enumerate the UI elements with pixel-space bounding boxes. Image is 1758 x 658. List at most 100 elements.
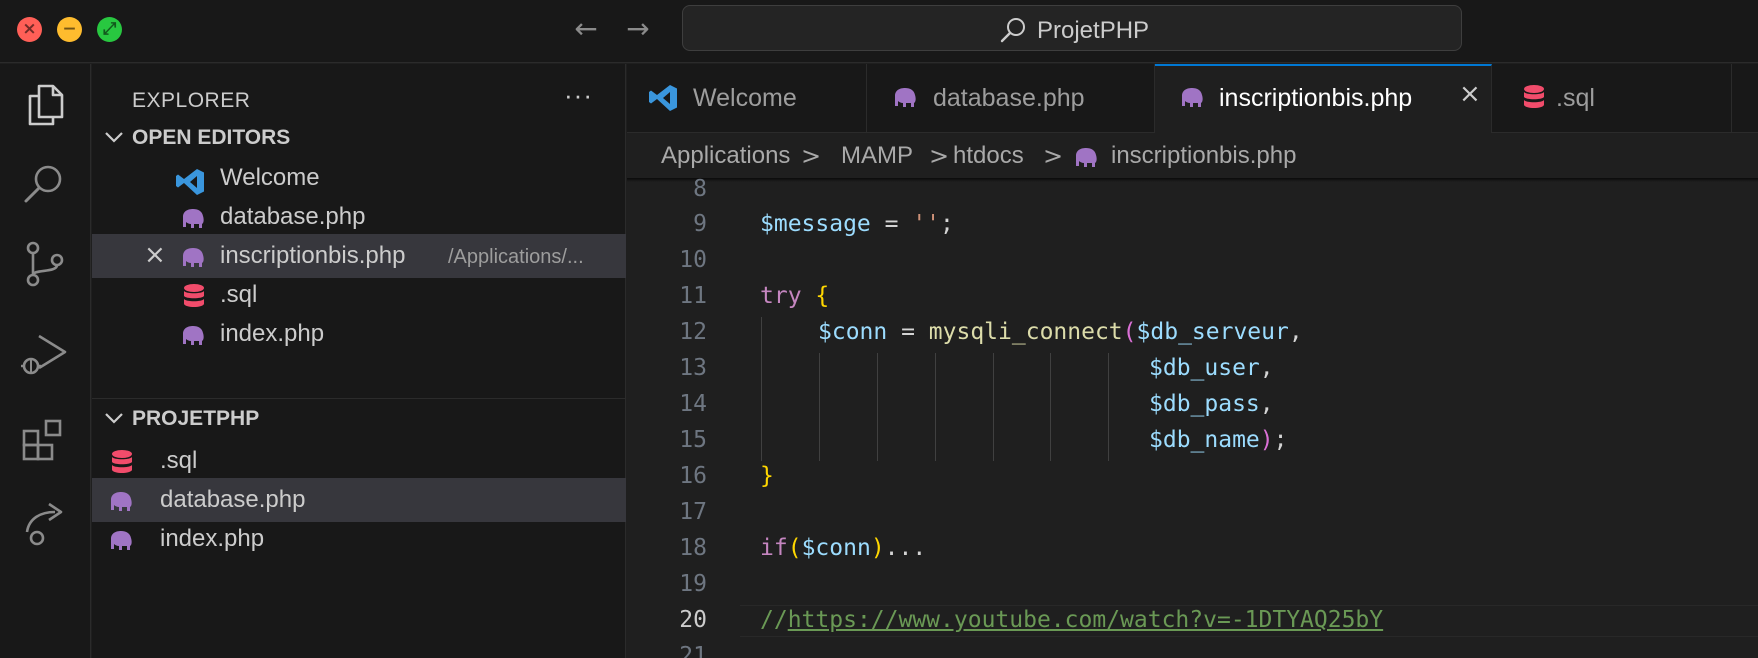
code-line: $message = '';	[760, 211, 954, 237]
breadcrumb-separator: >	[929, 142, 950, 170]
open-editor-name: .sql	[220, 281, 258, 308]
code-line: try {	[760, 283, 830, 309]
open-editor-name: database.php	[220, 203, 366, 230]
php-elephant-icon	[111, 531, 132, 550]
run-debug-icon[interactable]	[17, 326, 73, 382]
scroll-shadow	[627, 178, 1758, 182]
close-icon[interactable]: ×	[1459, 79, 1481, 109]
line-number: 18	[679, 535, 707, 561]
close-glyph: ×	[22, 19, 37, 39]
file-tree-item-selected[interactable]: database.php	[92, 478, 626, 522]
tab-label: database.php	[933, 84, 1085, 112]
code-line-current: //https://www.youtube.com/watch?v=-1DTYA…	[760, 607, 1384, 633]
code-line: $conn = mysqli_connect($db_serveur,	[818, 319, 1303, 345]
open-editor-path: /Applications/...	[448, 246, 584, 268]
line-number: 13	[679, 355, 707, 381]
tab-label: Welcome	[693, 84, 797, 112]
file-name: .sql	[160, 447, 198, 474]
more-actions-button[interactable]: ···	[564, 80, 593, 111]
tab-label: .sql	[1556, 84, 1595, 112]
breadcrumb-item[interactable]: htdocs	[953, 142, 1024, 170]
maximize-glyph: ⤢	[102, 19, 117, 39]
explorer-title: EXPLORER	[132, 89, 251, 112]
vscode-icon	[649, 85, 677, 111]
code-line: $db_pass,	[1149, 391, 1274, 417]
php-elephant-icon	[183, 326, 204, 345]
tab-welcome[interactable]: Welcome	[627, 64, 867, 132]
breadcrumb-separator: >	[1043, 142, 1064, 170]
breadcrumb: Applications > MAMP > htdocs > inscripti…	[627, 134, 1758, 178]
code-line: if($conn)...	[760, 535, 927, 561]
source-control-icon[interactable]	[17, 236, 73, 292]
line-number: 15	[679, 427, 707, 453]
file-tree-item[interactable]: index.php	[92, 517, 626, 561]
arrow-right-icon[interactable]: →	[620, 12, 656, 46]
open-editor-name: inscriptionbis.php	[220, 242, 406, 269]
comment-link[interactable]: https://www.youtube.com/watch?v=-1DTYAQ2…	[788, 607, 1383, 633]
php-elephant-icon	[183, 248, 204, 267]
breadcrumb-item[interactable]: MAMP	[841, 142, 913, 170]
php-elephant-icon	[1076, 148, 1097, 167]
indent-guide	[877, 353, 878, 461]
open-editor-name: index.php	[220, 320, 325, 347]
code-line: $db_name);	[1149, 427, 1288, 453]
open-editor-name: Welcome	[220, 164, 320, 191]
open-editors-section[interactable]: OPEN EDITORS	[92, 120, 626, 156]
line-number: 17	[679, 499, 707, 525]
database-icon	[1524, 85, 1544, 108]
project-section[interactable]: PROJETPHP	[92, 401, 626, 437]
line-number: 8	[693, 178, 707, 202]
php-elephant-icon	[111, 492, 132, 511]
open-editor-item[interactable]: Welcome	[92, 156, 626, 200]
indent-guide	[819, 353, 820, 461]
line-number: 16	[679, 463, 707, 489]
line-number-current: 20	[679, 607, 707, 633]
breadcrumb-separator: >	[801, 142, 822, 170]
activity-bar	[0, 64, 91, 658]
php-elephant-icon	[895, 88, 916, 107]
window-minimize-button[interactable]: −	[57, 17, 82, 42]
tab-database-php[interactable]: database.php	[867, 64, 1155, 132]
open-editor-item[interactable]: database.php	[92, 195, 626, 239]
line-number: 10	[679, 247, 707, 273]
file-name: index.php	[160, 525, 265, 552]
line-number: 21	[679, 643, 707, 658]
minimize-glyph: −	[62, 19, 77, 39]
php-elephant-icon	[1182, 88, 1203, 107]
open-editor-item[interactable]: .sql	[92, 273, 626, 317]
section-divider	[92, 398, 626, 399]
breadcrumb-item[interactable]: inscriptionbis.php	[1111, 142, 1296, 170]
files-icon[interactable]	[17, 76, 73, 132]
indent-guide	[1050, 353, 1051, 461]
open-editor-item[interactable]: index.php	[92, 312, 626, 356]
code-editor[interactable]: 8 9 10 11 12 13 14 15 16 17 18 19 20 21 …	[627, 178, 1758, 658]
line-number: 14	[679, 391, 707, 417]
arrow-left-icon[interactable]: ←	[568, 12, 604, 46]
open-editor-item-active[interactable]: × inscriptionbis.php /Applications/...	[92, 234, 626, 278]
chevron-down-icon	[105, 413, 123, 424]
remote-share-icon[interactable]	[17, 494, 73, 550]
title-bar: × − ⤢ ← → ProjetPHP	[0, 0, 1758, 63]
project-label: PROJETPHP	[132, 407, 260, 430]
line-number: 12	[679, 319, 707, 345]
search-icon	[1000, 18, 1025, 43]
window-maximize-button[interactable]: ⤢	[97, 17, 122, 42]
breadcrumb-item[interactable]: Applications	[661, 142, 790, 170]
database-icon	[112, 450, 132, 473]
tab-label: inscriptionbis.php	[1219, 84, 1413, 112]
line-number: 11	[679, 283, 707, 309]
explorer-sidebar: EXPLORER ··· OPEN EDITORS Welcome databa…	[92, 64, 626, 658]
search-icon[interactable]	[17, 156, 73, 212]
extensions-icon[interactable]	[17, 412, 73, 468]
file-tree-item[interactable]: .sql	[92, 439, 626, 483]
tab-sql[interactable]: .sql	[1492, 64, 1732, 132]
command-center[interactable]: ProjetPHP	[682, 5, 1462, 51]
close-icon[interactable]: ×	[144, 240, 166, 270]
line-number: 9	[693, 211, 707, 237]
window-close-button[interactable]: ×	[17, 17, 42, 42]
tab-inscriptionbis-php[interactable]: inscriptionbis.php ×	[1155, 64, 1492, 133]
indent-guide	[993, 353, 994, 461]
php-elephant-icon	[183, 209, 204, 228]
file-name: database.php	[160, 486, 306, 513]
code-line: }	[760, 463, 774, 489]
